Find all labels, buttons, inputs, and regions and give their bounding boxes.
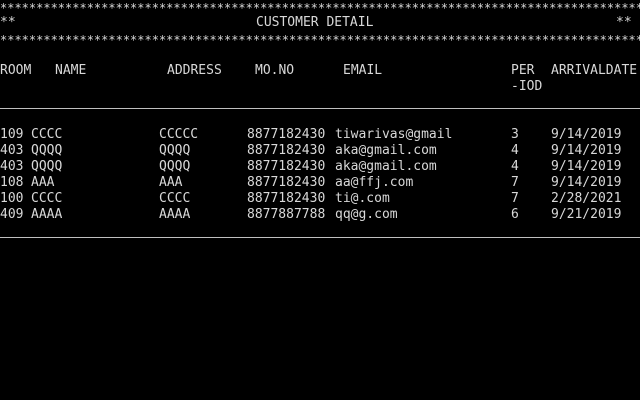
cell-room: 403 xyxy=(0,159,24,174)
cell-name: AAA xyxy=(31,175,55,190)
cell-room: 409 xyxy=(0,207,24,222)
cell-address: AAAA xyxy=(159,207,191,222)
cell-mobile-number: 8877182430 xyxy=(247,191,326,206)
table-row: 108 AAA AAA 8877182430 aa@ffj.com 7 9/14… xyxy=(0,175,640,191)
page-title: CUSTOMER DETAIL xyxy=(256,15,374,30)
header-email: EMAIL xyxy=(343,63,383,78)
top-star-border: ****************************************… xyxy=(0,1,640,15)
cell-mobile-number: 8877182430 xyxy=(247,127,326,142)
cell-address: CCCC xyxy=(159,191,191,206)
cell-room: 100 xyxy=(0,191,24,206)
cell-email: qq@g.com xyxy=(335,207,398,222)
table-row: 403 QQQQ QQQQ 8877182430 aka@gmail.com 4… xyxy=(0,143,640,159)
cell-period: 7 xyxy=(511,191,519,206)
table-top-rule xyxy=(0,108,640,109)
cell-address: AAA xyxy=(159,175,183,190)
cell-room: 109 xyxy=(0,127,24,142)
cell-arrival-date: 9/14/2019 xyxy=(551,175,622,190)
title-suffix: ** xyxy=(616,15,632,30)
table-row: 403 QQQQ QQQQ 8877182430 aka@gmail.com 4… xyxy=(0,159,640,175)
title-prefix: ** xyxy=(0,15,16,30)
cell-mobile-number: 8877182430 xyxy=(247,159,326,174)
cell-name: CCCC xyxy=(31,127,63,142)
cell-mobile-number: 8877182430 xyxy=(247,175,326,190)
table-row: 100 CCCC CCCC 8877182430 ti@.com 7 2/28/… xyxy=(0,191,640,207)
cell-email: aka@gmail.com xyxy=(335,159,437,174)
cell-room: 108 xyxy=(0,175,24,190)
cell-period: 6 xyxy=(511,207,519,222)
cell-room: 403 xyxy=(0,143,24,158)
cell-arrival-date: 9/21/2019 xyxy=(551,207,622,222)
cell-address: QQQQ xyxy=(159,159,191,174)
cell-name: QQQQ xyxy=(31,143,63,158)
cell-email: aa@ffj.com xyxy=(335,175,414,190)
cell-name: CCCC xyxy=(31,191,63,206)
dos-console-screen: ****************************************… xyxy=(0,0,640,400)
cell-arrival-date: 2/28/2021 xyxy=(551,191,622,206)
bottom-star-border: ****************************************… xyxy=(0,33,640,47)
cell-arrival-date: 9/14/2019 xyxy=(551,127,622,142)
cell-arrival-date: 9/14/2019 xyxy=(551,143,622,158)
cell-email: ti@.com xyxy=(335,191,390,206)
cell-period: 7 xyxy=(511,175,519,190)
table-bottom-rule xyxy=(0,237,640,238)
cell-email: tiwarivas@gmail xyxy=(335,127,453,142)
cell-period: 4 xyxy=(511,143,519,158)
header-name: NAME xyxy=(55,63,87,78)
cell-mobile-number: 8877182430 xyxy=(247,143,326,158)
header-arrival-date: ARRIVALDATE xyxy=(551,63,638,78)
cell-mobile-number: 8877887788 xyxy=(247,207,326,222)
cell-period: 3 xyxy=(511,127,519,142)
cell-address: CCCCC xyxy=(159,127,199,142)
header-room: ROOM xyxy=(0,63,32,78)
header-mobile-number: MO.NO xyxy=(255,63,295,78)
cell-email: aka@gmail.com xyxy=(335,143,437,158)
cell-arrival-date: 9/14/2019 xyxy=(551,159,622,174)
header-period-line2: -IOD xyxy=(511,79,543,94)
header-period-line1: PER xyxy=(511,63,535,78)
cell-address: QQQQ xyxy=(159,143,191,158)
table-row: 409 AAAA AAAA 8877887788 qq@g.com 6 9/21… xyxy=(0,207,640,223)
table-row: 109 CCCC CCCCC 8877182430 tiwarivas@gmai… xyxy=(0,127,640,143)
cell-name: QQQQ xyxy=(31,159,63,174)
header-address: ADDRESS xyxy=(167,63,222,78)
cell-name: AAAA xyxy=(31,207,63,222)
cell-period: 4 xyxy=(511,159,519,174)
